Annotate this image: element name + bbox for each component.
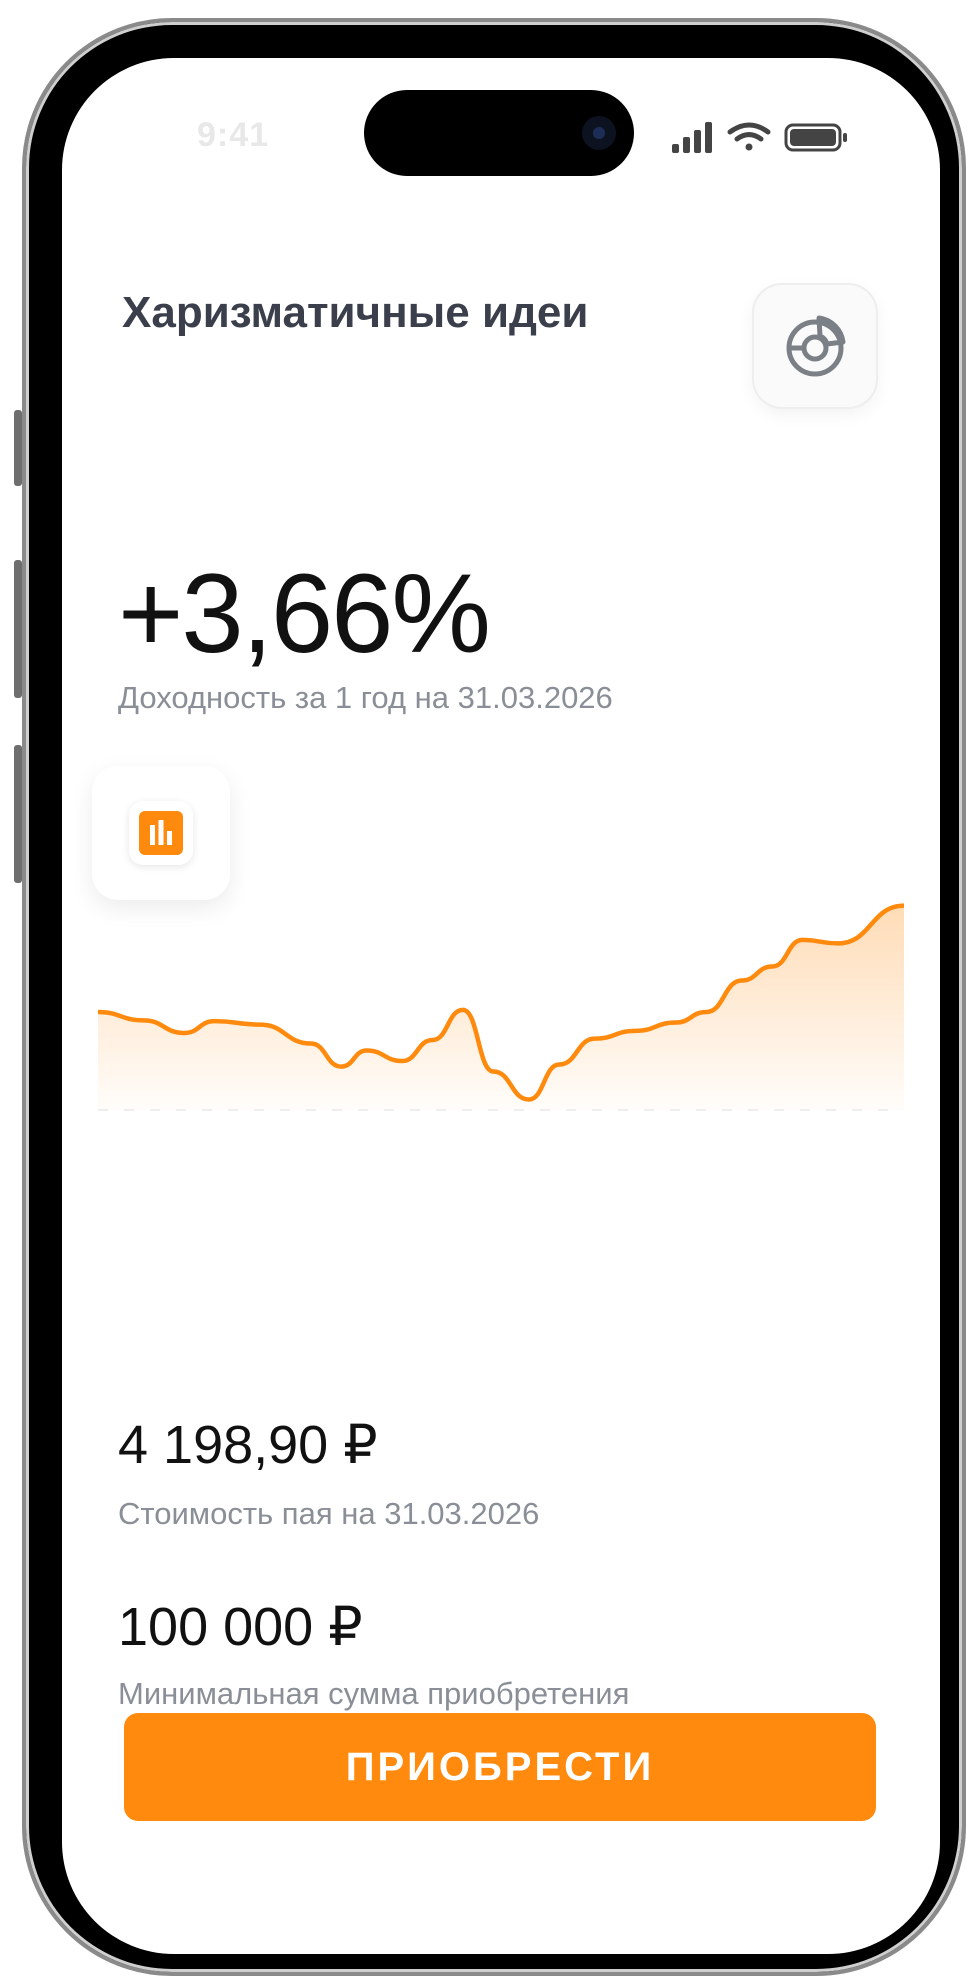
chart-area (98, 905, 904, 1110)
share-price-caption: Стоимость пая на 31.03.2026 (118, 1496, 540, 1531)
chart-view-button-inner (129, 801, 193, 865)
action-button (14, 410, 22, 486)
app-screen: 9:41 Харизматичные идеи +3,66% Доходност… (62, 58, 940, 1954)
volume-down-button (14, 745, 22, 883)
bar-chart-icon (139, 811, 183, 855)
min-purchase-caption: Минимальная сумма приобретения (118, 1676, 630, 1711)
min-purchase-value: 100 000 ₽ (118, 1597, 363, 1657)
page-title: Харизматичные идеи (122, 288, 589, 337)
wifi-icon (727, 122, 771, 151)
yield-chart (98, 903, 904, 1111)
donut-chart-icon (786, 315, 846, 377)
signal-icon (672, 122, 712, 153)
camera-icon (582, 116, 616, 150)
battery-icon (784, 123, 847, 152)
status-icons (672, 120, 872, 154)
yield-value: +3,66% (118, 551, 491, 676)
share-price-value: 4 198,90 ₽ (118, 1415, 378, 1475)
portfolio-structure-button[interactable] (754, 285, 876, 407)
volume-up-button (14, 560, 22, 698)
dynamic-island (364, 90, 634, 176)
status-time: 9:41 (197, 116, 270, 154)
buy-button[interactable]: ПРИОБРЕСТИ (124, 1713, 876, 1821)
yield-caption: Доходность за 1 год на 31.03.2026 (118, 680, 613, 715)
